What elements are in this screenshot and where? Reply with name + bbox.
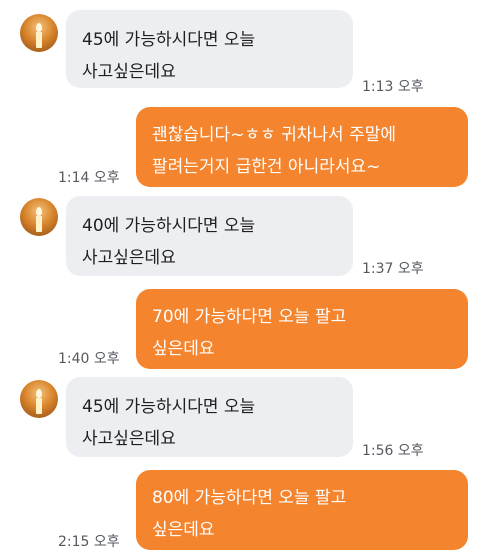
message-timestamp: 1:13 오후 [362,79,424,95]
message-timestamp: 1:14 오후 [58,170,120,186]
candle-icon [36,32,42,48]
candle-flame-icon [36,207,42,216]
outgoing-message-bubble[interactable]: 70에 가능하다면 오늘 팔고 싶은데요 [136,289,468,369]
message-timestamp: 1:40 오후 [58,351,120,367]
sender-avatar[interactable] [20,198,58,236]
candle-icon [36,398,42,414]
message-timestamp: 1:37 오후 [362,261,424,277]
candle-flame-icon [36,23,42,32]
candle-flame-icon [36,389,42,398]
message-timestamp: 2:15 오후 [58,534,120,550]
sender-avatar[interactable] [20,380,58,418]
candle-icon [36,216,42,232]
outgoing-message-bubble[interactable]: 괜찮습니다~ㅎㅎ 귀차나서 주말에 팔려는거지 급한건 아니라서요~ [136,107,468,187]
incoming-message-bubble[interactable]: 45에 가능하시다면 오늘 사고싶은데요 [66,377,353,457]
incoming-message-bubble[interactable]: 45에 가능하시다면 오늘 사고싶은데요 [66,10,353,88]
sender-avatar[interactable] [20,14,58,52]
outgoing-message-bubble[interactable]: 80에 가능하다면 오늘 팔고 싶은데요 [136,470,468,550]
message-timestamp: 1:56 오후 [362,443,424,459]
incoming-message-bubble[interactable]: 40에 가능하시다면 오늘 사고싶은데요 [66,196,353,276]
